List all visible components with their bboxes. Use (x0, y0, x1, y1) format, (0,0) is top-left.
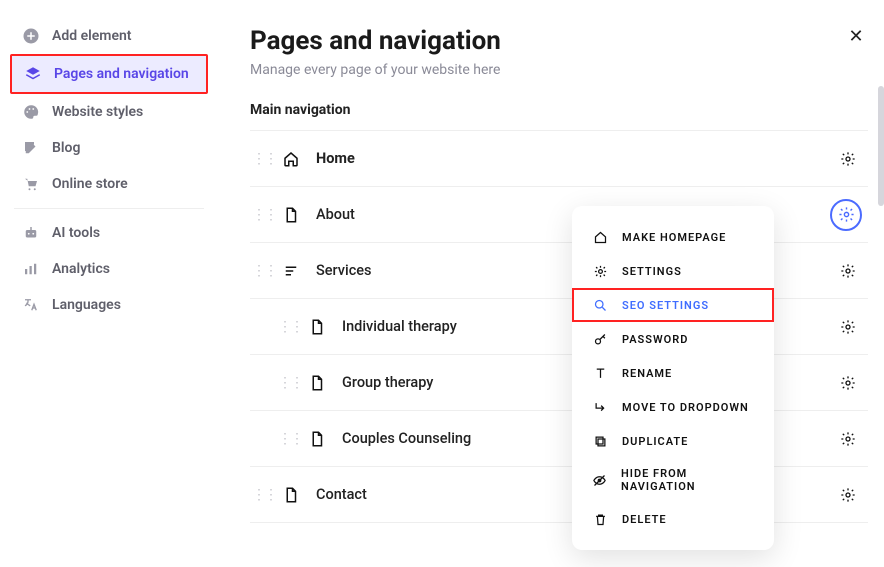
sidebar-item-label: AI tools (52, 225, 100, 241)
drag-handle-icon[interactable]: ⋮⋮ (278, 375, 292, 391)
drag-handle-icon[interactable]: ⋮⋮ (252, 263, 266, 279)
menu-label: MAKE HOMEPAGE (622, 231, 726, 244)
sidebar-item-add-element[interactable]: Add element (10, 18, 208, 54)
page-row-couples-counseling[interactable]: ⋮⋮ Couples Counseling (250, 411, 868, 467)
gear-icon (592, 263, 608, 279)
menu-label: DUPLICATE (622, 435, 688, 448)
page-row-group-therapy[interactable]: ⋮⋮ Group therapy (250, 355, 868, 411)
menu-duplicate[interactable]: DUPLICATE (572, 424, 774, 458)
page-row-contact[interactable]: ⋮⋮ Contact (250, 467, 868, 523)
file-icon (282, 486, 300, 504)
sidebar-item-label: Pages and navigation (54, 66, 189, 82)
plus-circle-icon (22, 27, 40, 45)
page-row-individual-therapy[interactable]: ⋮⋮ Individual therapy (250, 299, 868, 355)
sidebar-item-analytics[interactable]: Analytics (10, 251, 208, 287)
gear-icon[interactable] (830, 199, 862, 231)
menu-make-homepage[interactable]: MAKE HOMEPAGE (572, 220, 774, 254)
drag-handle-icon[interactable]: ⋮⋮ (252, 151, 266, 167)
section-label: Main navigation (250, 102, 868, 118)
drag-handle-icon[interactable]: ⋮⋮ (252, 207, 266, 223)
menu-hide-from-navigation[interactable]: HIDE FROM NAVIGATION (572, 458, 774, 502)
menu-label: PASSWORD (622, 333, 688, 346)
pencil-square-icon (22, 139, 40, 157)
file-icon (308, 374, 326, 392)
gear-icon[interactable] (834, 257, 862, 285)
menu-settings[interactable]: SETTINGS (572, 254, 774, 288)
menu-rename[interactable]: RENAME (572, 356, 774, 390)
sidebar-item-label: Blog (52, 140, 80, 156)
close-icon[interactable]: ✕ (844, 26, 868, 47)
gear-icon[interactable] (834, 425, 862, 453)
page-row-home[interactable]: ⋮⋮ Home (250, 131, 868, 187)
eye-off-icon (592, 472, 607, 488)
sidebar-item-website-styles[interactable]: Website styles (10, 94, 208, 130)
trash-icon (592, 511, 608, 527)
page-context-menu: MAKE HOMEPAGE SETTINGS SEO SETTINGS PASS… (572, 206, 774, 550)
sidebar-item-label: Languages (52, 297, 121, 313)
text-icon (592, 365, 608, 381)
menu-password[interactable]: PASSWORD (572, 322, 774, 356)
page-label: Home (316, 150, 818, 167)
translate-icon (22, 296, 40, 314)
cart-icon (22, 175, 40, 193)
drag-handle-icon[interactable]: ⋮⋮ (252, 487, 266, 503)
file-icon (308, 318, 326, 336)
gear-icon[interactable] (834, 481, 862, 509)
home-icon (592, 229, 608, 245)
sidebar-item-blog[interactable]: Blog (10, 130, 208, 166)
search-icon (592, 297, 608, 313)
sidebar-item-label: Online store (52, 176, 128, 192)
gear-icon[interactable] (834, 145, 862, 173)
menu-label: DELETE (622, 513, 667, 526)
panel-subtitle: Manage every page of your website here (250, 62, 868, 78)
menu-label: HIDE FROM NAVIGATION (621, 467, 754, 493)
menu-label: SETTINGS (622, 265, 682, 278)
sidebar-item-languages[interactable]: Languages (10, 287, 208, 323)
sidebar-item-label: Add element (52, 28, 132, 44)
copy-icon (592, 433, 608, 449)
gear-icon[interactable] (834, 313, 862, 341)
menu-label: RENAME (622, 367, 672, 380)
file-icon (282, 206, 300, 224)
menu-move-to-dropdown[interactable]: MOVE TO DROPDOWN (572, 390, 774, 424)
sidebar-item-ai-tools[interactable]: AI tools (10, 215, 208, 251)
menu-seo-settings[interactable]: SEO SETTINGS (572, 288, 774, 322)
pages-list: ⋮⋮ Home ⋮⋮ About ⋮⋮ Services ⋮⋮ Indi (250, 130, 868, 523)
key-icon (592, 331, 608, 347)
page-row-services[interactable]: ⋮⋮ Services (250, 243, 868, 299)
menu-label: MOVE TO DROPDOWN (622, 401, 749, 414)
menu-label: SEO SETTINGS (622, 299, 709, 312)
left-sidebar: Add element Pages and navigation Website… (0, 0, 218, 567)
sidebar-item-pages-navigation[interactable]: Pages and navigation (10, 54, 208, 94)
corner-down-right-icon (592, 399, 608, 415)
menu-lines-icon (282, 262, 300, 280)
sidebar-item-label: Analytics (52, 261, 110, 277)
home-icon (282, 150, 300, 168)
drag-handle-icon[interactable]: ⋮⋮ (278, 431, 292, 447)
scrollbar[interactable] (878, 86, 884, 206)
sidebar-separator (14, 208, 204, 209)
drag-handle-icon[interactable]: ⋮⋮ (278, 319, 292, 335)
sidebar-item-online-store[interactable]: Online store (10, 166, 208, 202)
layers-icon (24, 65, 42, 83)
panel-title: Pages and navigation (250, 26, 501, 56)
main-panel: Pages and navigation ✕ Manage every page… (218, 0, 884, 567)
robot-icon (22, 224, 40, 242)
gear-icon[interactable] (834, 369, 862, 397)
palette-icon (22, 103, 40, 121)
bar-chart-icon (22, 260, 40, 278)
sidebar-item-label: Website styles (52, 104, 143, 120)
menu-delete[interactable]: DELETE (572, 502, 774, 536)
page-row-about[interactable]: ⋮⋮ About (250, 187, 868, 243)
file-icon (308, 430, 326, 448)
